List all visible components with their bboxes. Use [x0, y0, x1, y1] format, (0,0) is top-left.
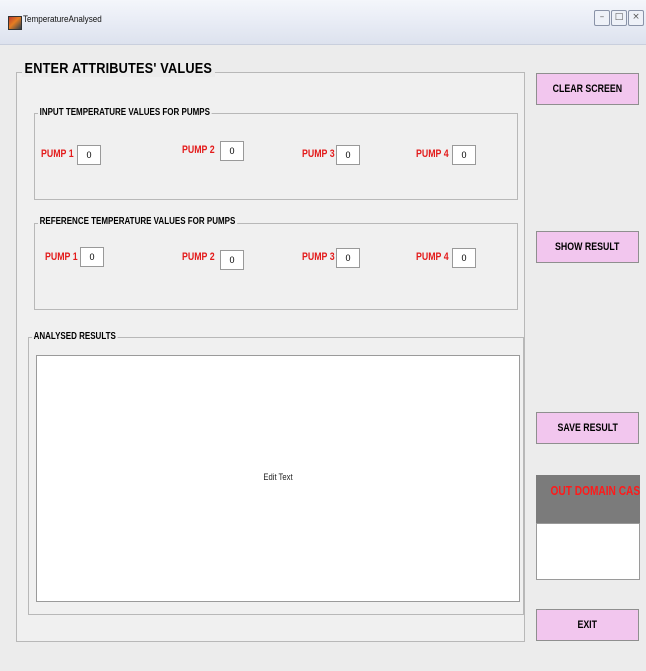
input-pump3-field[interactable] — [336, 145, 360, 165]
input-pump3-label: PUMP 3 — [302, 148, 335, 160]
save-result-button[interactable]: SAVE RESULT — [536, 412, 639, 444]
attributes-title: ENTER ATTRIBUTES' VALUES — [22, 60, 215, 77]
out-domain-cases-box[interactable] — [536, 523, 640, 580]
exit-label: EXIT — [577, 619, 598, 631]
input-panel-title: INPUT TEMPERATURE VALUES FOR PUMPS — [38, 107, 212, 118]
show-result-button[interactable]: SHOW RESULT — [536, 231, 639, 263]
reference-panel-title: REFERENCE TEMPERATURE VALUES FOR PUMPS — [38, 216, 237, 227]
results-text-area[interactable]: Edit Text — [36, 355, 520, 602]
window-title: TemperatureAnalysed — [23, 14, 102, 24]
minimize-icon[interactable]: – — [594, 10, 610, 26]
reference-pump4-label: PUMP 4 — [416, 251, 449, 263]
reference-pump1-label: PUMP 1 — [45, 251, 78, 263]
show-result-label: SHOW RESULT — [555, 241, 620, 253]
save-result-label: SAVE RESULT — [557, 422, 618, 434]
reference-pump3-label: PUMP 3 — [302, 251, 335, 263]
title-bar: TemperatureAnalysed – □ × — [0, 0, 646, 45]
exit-button[interactable]: EXIT — [536, 609, 639, 641]
input-pump4-label: PUMP 4 — [416, 148, 449, 160]
input-pump1-label: PUMP 1 — [41, 148, 74, 160]
input-pump4-field[interactable] — [452, 145, 476, 165]
input-pump2-label: PUMP 2 — [182, 144, 215, 156]
results-panel-title: ANALYSED RESULTS — [32, 331, 118, 342]
maximize-icon[interactable]: □ — [611, 10, 627, 26]
reference-pump2-field[interactable] — [220, 250, 244, 270]
reference-pump4-field[interactable] — [452, 248, 476, 268]
app-icon — [8, 16, 22, 30]
reference-pump2-label: PUMP 2 — [182, 251, 215, 263]
reference-temperature-panel — [34, 223, 518, 310]
results-text: Edit Text — [263, 472, 293, 482]
reference-pump3-field[interactable] — [336, 248, 360, 268]
reference-pump1-field[interactable] — [80, 247, 104, 267]
input-pump2-field[interactable] — [220, 141, 244, 161]
clear-screen-button[interactable]: CLEAR SCREEN — [536, 73, 639, 105]
close-icon[interactable]: × — [628, 10, 644, 26]
input-pump1-field[interactable] — [77, 145, 101, 165]
clear-screen-label: CLEAR SCREEN — [552, 83, 623, 95]
out-domain-cases-header: OUT DOMAIN CASES — [536, 475, 640, 523]
out-domain-cases-title: OUT DOMAIN CASES — [550, 483, 640, 498]
